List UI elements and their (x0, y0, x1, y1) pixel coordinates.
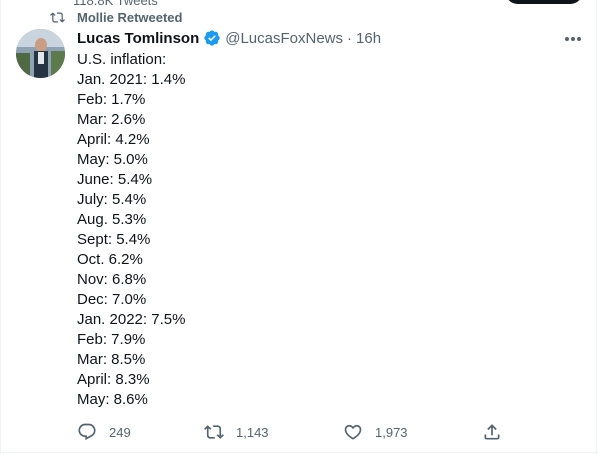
verified-icon (204, 30, 220, 46)
tweet-line: May: 8.6% (77, 391, 148, 408)
share-icon (484, 424, 500, 440)
tweet-line: Jan. 2022: 7.5% (77, 311, 186, 328)
like-icon (344, 424, 362, 440)
tweet-line: May: 5.0% (77, 151, 148, 168)
tweet-line: Oct. 6.2% (77, 251, 143, 268)
tweet-line: July: 5.4% (77, 191, 147, 208)
reply-icon (78, 423, 96, 441)
tweet-line: Dec: 7.0% (77, 291, 147, 308)
tweet-timestamp[interactable]: 16h (356, 30, 381, 47)
avatar[interactable] (16, 29, 65, 78)
frame-left-border (0, 0, 1, 454)
author-name[interactable]: Lucas Tomlinson (77, 30, 199, 47)
retweet-icon (204, 425, 224, 439)
tweet-count: 118.8K Tweets (73, 0, 158, 8)
header-separator: · (347, 29, 353, 47)
retweet-label: Mollie Retweeted (77, 9, 183, 25)
avatar-image (16, 29, 65, 78)
tweet-line: U.S. inflation: (77, 51, 167, 68)
tweet-line: June: 5.4% (77, 171, 153, 188)
tweet-header: Lucas Tomlinson @LucasFoxNews · 16h (77, 29, 381, 47)
more-icon (565, 37, 581, 41)
frame-right-border (596, 0, 597, 454)
reply-count: 249 (109, 424, 131, 440)
tweet-line: Mar: 8.5% (77, 351, 146, 368)
tweet-divider (0, 452, 598, 453)
tweet-line: Aug. 5.3% (77, 211, 147, 228)
like-button[interactable]: 1,973 (343, 422, 408, 442)
retweet-button[interactable]: 1,143 (204, 422, 269, 442)
tweet-actions: 249 1,143 1,973 (77, 422, 517, 442)
author-handle[interactable]: @LucasFoxNews (225, 30, 343, 47)
tweet-line: April: 8.3% (77, 371, 150, 388)
tweet-line: April: 4.2% (77, 131, 150, 148)
tweet-line: Feb: 1.7% (77, 91, 146, 108)
like-count: 1,973 (375, 424, 408, 440)
retweet-context[interactable]: Mollie Retweeted (49, 9, 182, 25)
retweet-icon (50, 11, 65, 23)
reply-button[interactable]: 249 (77, 422, 131, 442)
tweet-line: Mar: 2.6% (77, 111, 146, 128)
more-options-button[interactable] (561, 31, 585, 47)
tweet-line: Feb: 7.9% (77, 331, 146, 348)
follow-button[interactable] (505, 0, 583, 4)
share-button[interactable] (482, 422, 502, 442)
tweet-text: U.S. inflation: Jan. 2021: 1.4% Feb: 1.7… (77, 50, 185, 410)
tweet-line: Jan. 2021: 1.4% (77, 71, 186, 88)
retweet-count: 1,143 (236, 424, 269, 440)
tweet-line: Nov: 6.8% (77, 271, 147, 288)
tweet-line: Sept: 5.4% (77, 231, 151, 248)
